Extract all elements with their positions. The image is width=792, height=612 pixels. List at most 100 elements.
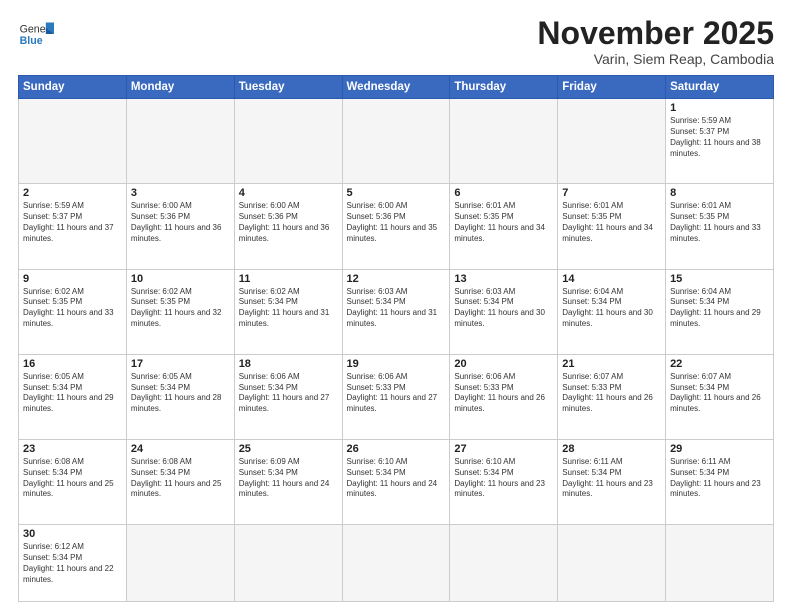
cell-sun-info: Sunrise: 6:05 AM Sunset: 5:34 PM Dayligh… [23,372,122,415]
cell-sun-info: Sunrise: 6:06 AM Sunset: 5:34 PM Dayligh… [239,372,338,415]
calendar-table: SundayMondayTuesdayWednesdayThursdayFrid… [18,75,774,602]
calendar-cell: 18 Sunrise: 6:06 AM Sunset: 5:34 PM Dayli… [234,354,342,439]
day-number: 21 [562,358,661,370]
day-number: 7 [562,187,661,199]
calendar-cell: 26 Sunrise: 6:10 AM Sunset: 5:34 PM Dayli… [342,440,450,525]
calendar-cell [126,525,234,602]
calendar-header-tuesday: Tuesday [234,76,342,99]
calendar-cell [342,525,450,602]
calendar-cell: 30 Sunrise: 6:12 AM Sunset: 5:34 PM Dayli… [19,525,127,602]
calendar-cell: 5Sunrise: 6:00 AM Sunset: 5:36 PM Daylig… [342,184,450,269]
day-number: 23 [23,443,122,455]
calendar-cell [450,99,558,184]
calendar-cell: 16 Sunrise: 6:05 AM Sunset: 5:34 PM Dayli… [19,354,127,439]
cell-sun-info: Sunrise: 6:02 AM Sunset: 5:35 PM Dayligh… [23,287,122,330]
cell-sun-info: Sunrise: 6:00 AM Sunset: 5:36 PM Dayligh… [239,201,338,244]
calendar-cell: 10Sunrise: 6:02 AM Sunset: 5:35 PM Dayli… [126,269,234,354]
calendar-cell: 7 Sunrise: 6:01 AM Sunset: 5:35 PM Daylig… [558,184,666,269]
calendar-header-monday: Monday [126,76,234,99]
calendar-header-row: SundayMondayTuesdayWednesdayThursdayFrid… [19,76,774,99]
calendar-cell: 6Sunrise: 6:01 AM Sunset: 5:35 PM Daylig… [450,184,558,269]
cell-sun-info: Sunrise: 6:05 AM Sunset: 5:34 PM Dayligh… [131,372,230,415]
day-number: 15 [670,273,769,285]
calendar-cell: 25Sunrise: 6:09 AM Sunset: 5:34 PM Dayli… [234,440,342,525]
calendar-cell [234,99,342,184]
calendar-cell: 19 Sunrise: 6:06 AM Sunset: 5:33 PM Dayli… [342,354,450,439]
calendar-cell: 1 Sunrise: 5:59 AM Sunset: 5:37 PM Daylig… [666,99,774,184]
day-number: 19 [347,358,446,370]
calendar-header-friday: Friday [558,76,666,99]
calendar-cell: 9 Sunrise: 6:02 AM Sunset: 5:35 PM Daylig… [19,269,127,354]
day-number: 8 [670,187,769,199]
day-number: 22 [670,358,769,370]
calendar-week-row: 30 Sunrise: 6:12 AM Sunset: 5:34 PM Dayli… [19,525,774,602]
day-number: 29 [670,443,769,455]
calendar-cell: 29 Sunrise: 6:11 AM Sunset: 5:34 PM Dayli… [666,440,774,525]
cell-sun-info: Sunrise: 6:06 AM Sunset: 5:33 PM Dayligh… [454,372,553,415]
cell-sun-info: Sunrise: 6:12 AM Sunset: 5:34 PM Dayligh… [23,542,122,585]
page: General Blue November 2025 Varin, Siem R… [0,0,792,612]
title-block: November 2025 Varin, Siem Reap, Cambodia [537,16,774,67]
calendar-cell: 11 Sunrise: 6:02 AM Sunset: 5:34 PM Dayli… [234,269,342,354]
calendar-cell [126,99,234,184]
calendar-cell: 20Sunrise: 6:06 AM Sunset: 5:33 PM Dayli… [450,354,558,439]
day-number: 9 [23,273,122,285]
day-number: 24 [131,443,230,455]
calendar-cell: 22 Sunrise: 6:07 AM Sunset: 5:34 PM Dayli… [666,354,774,439]
calendar-week-row: 1 Sunrise: 5:59 AM Sunset: 5:37 PM Daylig… [19,99,774,184]
calendar-cell: 2Sunrise: 5:59 AM Sunset: 5:37 PM Daylig… [19,184,127,269]
logo: General Blue [18,16,54,52]
calendar-cell: 12Sunrise: 6:03 AM Sunset: 5:34 PM Dayli… [342,269,450,354]
cell-sun-info: Sunrise: 6:03 AM Sunset: 5:34 PM Dayligh… [454,287,553,330]
calendar-week-row: 9 Sunrise: 6:02 AM Sunset: 5:35 PM Daylig… [19,269,774,354]
day-number: 14 [562,273,661,285]
month-title: November 2025 [537,16,774,51]
calendar-cell: 23Sunrise: 6:08 AM Sunset: 5:34 PM Dayli… [19,440,127,525]
calendar-week-row: 2Sunrise: 5:59 AM Sunset: 5:37 PM Daylig… [19,184,774,269]
calendar-cell [666,525,774,602]
cell-sun-info: Sunrise: 6:07 AM Sunset: 5:33 PM Dayligh… [562,372,661,415]
day-number: 25 [239,443,338,455]
calendar-cell [558,525,666,602]
cell-sun-info: Sunrise: 6:06 AM Sunset: 5:33 PM Dayligh… [347,372,446,415]
cell-sun-info: Sunrise: 6:07 AM Sunset: 5:34 PM Dayligh… [670,372,769,415]
calendar-cell: 14Sunrise: 6:04 AM Sunset: 5:34 PM Dayli… [558,269,666,354]
calendar-cell: 13 Sunrise: 6:03 AM Sunset: 5:34 PM Dayli… [450,269,558,354]
calendar-week-row: 23Sunrise: 6:08 AM Sunset: 5:34 PM Dayli… [19,440,774,525]
day-number: 4 [239,187,338,199]
calendar-cell: 4 Sunrise: 6:00 AM Sunset: 5:36 PM Daylig… [234,184,342,269]
header: General Blue November 2025 Varin, Siem R… [18,16,774,67]
cell-sun-info: Sunrise: 6:11 AM Sunset: 5:34 PM Dayligh… [670,457,769,500]
cell-sun-info: Sunrise: 6:10 AM Sunset: 5:34 PM Dayligh… [454,457,553,500]
cell-sun-info: Sunrise: 6:01 AM Sunset: 5:35 PM Dayligh… [562,201,661,244]
day-number: 16 [23,358,122,370]
cell-sun-info: Sunrise: 6:02 AM Sunset: 5:35 PM Dayligh… [131,287,230,330]
calendar-cell [234,525,342,602]
day-number: 28 [562,443,661,455]
calendar-cell: 17Sunrise: 6:05 AM Sunset: 5:34 PM Dayli… [126,354,234,439]
calendar-cell: 15 Sunrise: 6:04 AM Sunset: 5:34 PM Dayli… [666,269,774,354]
calendar-cell: 21 Sunrise: 6:07 AM Sunset: 5:33 PM Dayli… [558,354,666,439]
day-number: 1 [670,102,769,114]
calendar-header-saturday: Saturday [666,76,774,99]
calendar-week-row: 16 Sunrise: 6:05 AM Sunset: 5:34 PM Dayli… [19,354,774,439]
day-number: 27 [454,443,553,455]
calendar-cell [558,99,666,184]
calendar-cell [450,525,558,602]
calendar-cell: 27 Sunrise: 6:10 AM Sunset: 5:34 PM Dayli… [450,440,558,525]
cell-sun-info: Sunrise: 6:04 AM Sunset: 5:34 PM Dayligh… [670,287,769,330]
cell-sun-info: Sunrise: 6:11 AM Sunset: 5:34 PM Dayligh… [562,457,661,500]
calendar-header-wednesday: Wednesday [342,76,450,99]
cell-sun-info: Sunrise: 6:02 AM Sunset: 5:34 PM Dayligh… [239,287,338,330]
day-number: 12 [347,273,446,285]
day-number: 18 [239,358,338,370]
day-number: 30 [23,528,122,540]
day-number: 26 [347,443,446,455]
cell-sun-info: Sunrise: 6:10 AM Sunset: 5:34 PM Dayligh… [347,457,446,500]
day-number: 11 [239,273,338,285]
calendar-cell: 8Sunrise: 6:01 AM Sunset: 5:35 PM Daylig… [666,184,774,269]
day-number: 13 [454,273,553,285]
location: Varin, Siem Reap, Cambodia [537,51,774,67]
cell-sun-info: Sunrise: 5:59 AM Sunset: 5:37 PM Dayligh… [670,116,769,159]
day-number: 3 [131,187,230,199]
